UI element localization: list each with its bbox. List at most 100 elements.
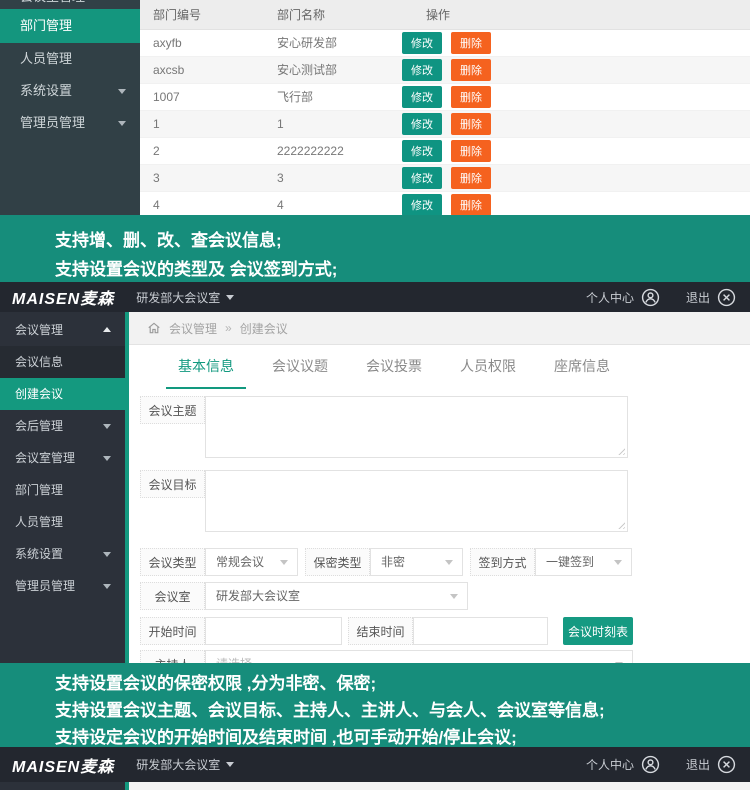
profile-link[interactable]: 个人中心 [586,288,660,307]
close-icon [717,755,736,774]
sidebar-item-system-settings[interactable]: 系统设置 [0,75,140,107]
dept-code: 4 [140,192,265,216]
resize-handle[interactable] [616,446,625,455]
chevron-down-icon [103,552,111,557]
delete-button[interactable]: 删除 [451,59,491,81]
sidebar-item-partial[interactable]: 会议室管理 [0,0,140,9]
sidebar-item-admin[interactable]: 管理员管理 [0,107,140,139]
chevron-down-icon [103,424,111,429]
logout-link[interactable]: 退出 [686,755,736,774]
delete-button[interactable]: 删除 [451,86,491,108]
delete-button[interactable]: 删除 [451,194,491,215]
department-screen: 会议室管理 部门管理 人员管理 系统设置 管理员管理 部门编号 部门名称 操作 [0,0,750,215]
room-selector-dropdown[interactable]: 研发部大会议室 [136,289,234,306]
logout-link[interactable]: 退出 [686,288,736,307]
meeting-subject-textarea[interactable] [205,396,628,458]
chevron-down-icon [280,560,288,565]
tab-seating[interactable]: 座席信息 [542,345,622,389]
sidebar-item-department[interactable]: 部门管理 [0,9,140,43]
edit-button[interactable]: 修改 [402,194,442,215]
chevron-down-icon [103,456,111,461]
end-time-input[interactable] [413,617,548,645]
chevron-down-icon [103,584,111,589]
edit-button[interactable]: 修改 [402,140,442,162]
sidebar-item-system-settings[interactable]: 系统设置 [0,538,125,570]
signin-method-select[interactable]: 一键签到 [535,548,632,576]
delete-button[interactable]: 删除 [451,140,491,162]
dept-code: axcsb [140,57,265,84]
app-header: MAISEN麦森 研发部大会议室 个人中心 退出 [0,282,750,312]
sidebar-item-room-mgmt[interactable]: 会议室管理 [0,442,125,474]
tab-permissions[interactable]: 人员权限 [448,345,528,389]
chevron-down-icon [118,89,126,94]
chevron-down-icon [226,295,234,300]
chevron-down-icon [118,121,126,126]
resize-handle[interactable] [616,520,625,529]
delete-button[interactable]: 删除 [451,113,491,135]
create-meeting-screen: 会议管理 会议信息 创建会议 会后管理 会议室管理 部门管理 人员管理 [0,312,750,663]
secrecy-type-select[interactable]: 非密 [370,548,463,576]
host-label: 主持人 [140,650,205,663]
sidebar-item-personnel[interactable]: 人员管理 [0,506,125,538]
start-time-input[interactable] [205,617,342,645]
meeting-type-select[interactable]: 常规会议 [205,548,298,576]
tab-agenda[interactable]: 会议议题 [260,345,340,389]
goal-label: 会议目标 [140,470,205,498]
table-row: 3 3 修改 删除 [140,165,750,192]
meeting-room-select[interactable]: 研发部大会议室 [205,582,468,610]
dept-name: 1 [265,111,400,138]
edit-button[interactable]: 修改 [402,86,442,108]
column-header-code: 部门编号 [140,0,265,29]
sidebar-item-meeting-info[interactable]: 会议信息 [0,346,125,378]
delete-button[interactable]: 删除 [451,167,491,189]
sidebar-item-personnel[interactable]: 人员管理 [0,43,140,75]
app-header: MAISEN麦森 研发部大会议室 个人中心 退出 [0,747,750,782]
dept-name: 安心测试部 [265,57,400,84]
dept-name: 飞行部 [265,84,400,111]
sidebar-accent-sliver [125,782,129,790]
sidebar-item-post-meeting[interactable]: 会后管理 [0,410,125,442]
subject-label: 会议主题 [140,396,205,424]
secrecy-type-label: 保密类型 [305,548,370,576]
tab-voting[interactable]: 会议投票 [354,345,434,389]
profile-link[interactable]: 个人中心 [586,755,660,774]
annotation-banner-2: 支持设置会议的保密权限 ,分为非密、保密; 支持设置会议主题、会议目标、主持人、… [0,663,750,747]
user-icon [641,288,660,307]
meeting-schedule-button[interactable]: 会议时刻表 [563,617,633,645]
dept-name: 2222222222 [265,138,400,165]
banner-line: 支持增、删、改、查会议信息; [55,226,740,255]
host-select[interactable]: 请选择 [205,650,633,663]
user-icon [641,755,660,774]
tab-basic-info[interactable]: 基本信息 [166,345,246,389]
chevron-down-icon [450,594,458,599]
delete-button[interactable]: 删除 [451,32,491,54]
dept-code: 1007 [140,84,265,111]
breadcrumb-root[interactable]: 会议管理 [169,320,217,337]
sidebar-sliver [0,782,125,790]
sidebar-item-department[interactable]: 部门管理 [0,474,125,506]
composite-screenshot: 会议室管理 部门管理 人员管理 系统设置 管理员管理 部门编号 部门名称 操作 [0,0,750,790]
edit-button[interactable]: 修改 [402,113,442,135]
table-row: axcsb 安心测试部 修改 删除 [140,57,750,84]
table-row: 2 2222222222 修改 删除 [140,138,750,165]
sidebar-item-meeting-mgmt[interactable]: 会议管理 [0,314,125,346]
main-content: 会议管理 » 创建会议 基本信息 会议议题 会议投票 人员权限 座席信息 会议主… [129,312,750,663]
chevron-down-icon [614,560,622,565]
banner-line: 支持设置会议主题、会议目标、主持人、主讲人、与会人、会议室等信息; [55,697,740,724]
table-row: 1 1 修改 删除 [140,111,750,138]
edit-button[interactable]: 修改 [402,32,442,54]
dept-name: 4 [265,192,400,216]
bottom-partial-row [0,782,750,790]
meeting-goal-textarea[interactable] [205,470,628,532]
edit-button[interactable]: 修改 [402,59,442,81]
breadcrumb: 会议管理 » 创建会议 [129,312,750,345]
sidebar-item-admin[interactable]: 管理员管理 [0,570,125,602]
meeting-room-label: 会议室 [140,582,205,610]
sidebar-item-create-meeting[interactable]: 创建会议 [0,378,125,410]
chevron-up-icon [103,327,111,332]
chevron-down-icon [226,762,234,767]
dept-code: 2 [140,138,265,165]
maisen-logo: MAISEN麦森 [0,753,114,777]
edit-button[interactable]: 修改 [402,167,442,189]
room-selector-dropdown[interactable]: 研发部大会议室 [136,756,234,773]
